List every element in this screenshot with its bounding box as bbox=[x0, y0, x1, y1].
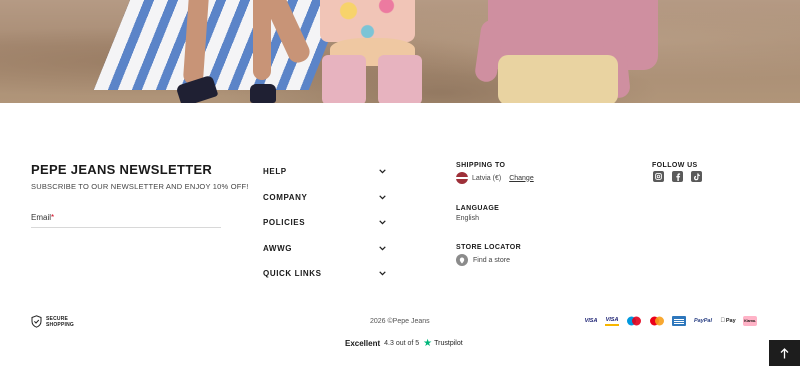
trustpilot-widget[interactable]: Excellent 4.3 out of 5 ★ Trustpilot bbox=[345, 337, 463, 349]
language-title: LANGUAGE bbox=[456, 205, 500, 212]
accordion-label: POLICIES bbox=[263, 218, 306, 228]
shipping-country: Latvia (€) Change bbox=[456, 172, 534, 184]
footer-accordion: HELP COMPANY POLICIES AWWG QUICK LINKS bbox=[263, 159, 387, 287]
accordion-quick-links[interactable]: QUICK LINKS bbox=[263, 261, 387, 287]
child-pants bbox=[378, 55, 422, 103]
trustpilot-brand: ★ Trustpilot bbox=[423, 337, 463, 349]
amex-icon bbox=[672, 316, 686, 326]
accordion-awwg[interactable]: AWWG bbox=[263, 236, 387, 262]
newsletter-title: PEPE JEANS NEWSLETTER bbox=[31, 162, 213, 177]
klarna-icon: Klarna. bbox=[743, 316, 757, 326]
child-shirt bbox=[320, 0, 415, 42]
accordion-label: QUICK LINKS bbox=[263, 269, 322, 279]
change-country-link[interactable]: Change bbox=[509, 175, 534, 182]
secure-shopping-badge: SECURE SHOPPING bbox=[31, 315, 74, 328]
email-field[interactable] bbox=[31, 210, 221, 228]
facebook-icon[interactable] bbox=[672, 171, 683, 182]
mastercard-icon bbox=[649, 316, 665, 326]
shipping-country-value: Latvia (€) bbox=[472, 174, 502, 182]
footer: PEPE JEANS NEWSLETTER SUBSCRIBE TO OUR N… bbox=[0, 103, 800, 366]
maestro-icon bbox=[626, 316, 642, 326]
accordion-label: COMPANY bbox=[263, 192, 308, 202]
chevron-down-icon bbox=[377, 269, 387, 279]
accordion-policies[interactable]: POLICIES bbox=[263, 210, 387, 236]
visa-icon: VISA bbox=[584, 318, 598, 324]
child-pants bbox=[322, 55, 366, 103]
instagram-icon[interactable] bbox=[653, 171, 664, 182]
newsletter-subtitle: SUBSCRIBE TO OUR NEWSLETTER AND ENJOY 10… bbox=[31, 182, 249, 191]
shield-icon bbox=[31, 315, 42, 328]
accordion-label: HELP bbox=[263, 167, 287, 177]
chevron-down-icon bbox=[377, 192, 387, 202]
find-store-link[interactable]: Find a store bbox=[456, 254, 510, 266]
secure-text: SECURE SHOPPING bbox=[46, 316, 74, 328]
chevron-down-icon bbox=[377, 218, 387, 228]
latvia-flag-icon bbox=[456, 172, 468, 184]
secure-line2: SHOPPING bbox=[46, 321, 74, 328]
hero-image bbox=[0, 0, 800, 103]
accordion-label: AWWG bbox=[263, 243, 293, 253]
payment-methods: VISA VISA PayPal Pay Klarna. bbox=[584, 316, 757, 326]
language-value[interactable]: English bbox=[456, 215, 479, 222]
visa-electron-icon: VISA bbox=[605, 316, 619, 326]
apple-pay-icon: Pay bbox=[720, 316, 736, 326]
chevron-down-icon bbox=[377, 167, 387, 177]
tiktok-icon[interactable] bbox=[691, 171, 702, 182]
paypal-icon: PayPal bbox=[693, 318, 713, 324]
copyright: 2026 ©Pepe Jeans bbox=[370, 318, 430, 325]
trustpilot-rating: 4.3 out of 5 bbox=[384, 340, 420, 347]
chevron-down-icon bbox=[377, 243, 387, 253]
sandal bbox=[250, 84, 276, 103]
star-icon: ★ bbox=[423, 337, 433, 349]
trustpilot-brand-text: Trustpilot bbox=[434, 340, 463, 347]
child-shorts bbox=[498, 55, 618, 103]
shipping-title: SHIPPING TO bbox=[456, 162, 506, 169]
trustpilot-label: Excellent bbox=[345, 339, 381, 348]
find-store-label: Find a store bbox=[473, 256, 510, 264]
apple-pay-label: Pay bbox=[723, 318, 736, 324]
arrow-up-icon bbox=[780, 347, 789, 358]
store-locator-title: STORE LOCATOR bbox=[456, 244, 522, 251]
accordion-company[interactable]: COMPANY bbox=[263, 185, 387, 211]
location-pin-icon bbox=[456, 254, 468, 266]
accordion-help[interactable]: HELP bbox=[263, 159, 387, 185]
back-to-top-button[interactable] bbox=[769, 340, 800, 366]
follow-title: FOLLOW US bbox=[652, 162, 698, 169]
